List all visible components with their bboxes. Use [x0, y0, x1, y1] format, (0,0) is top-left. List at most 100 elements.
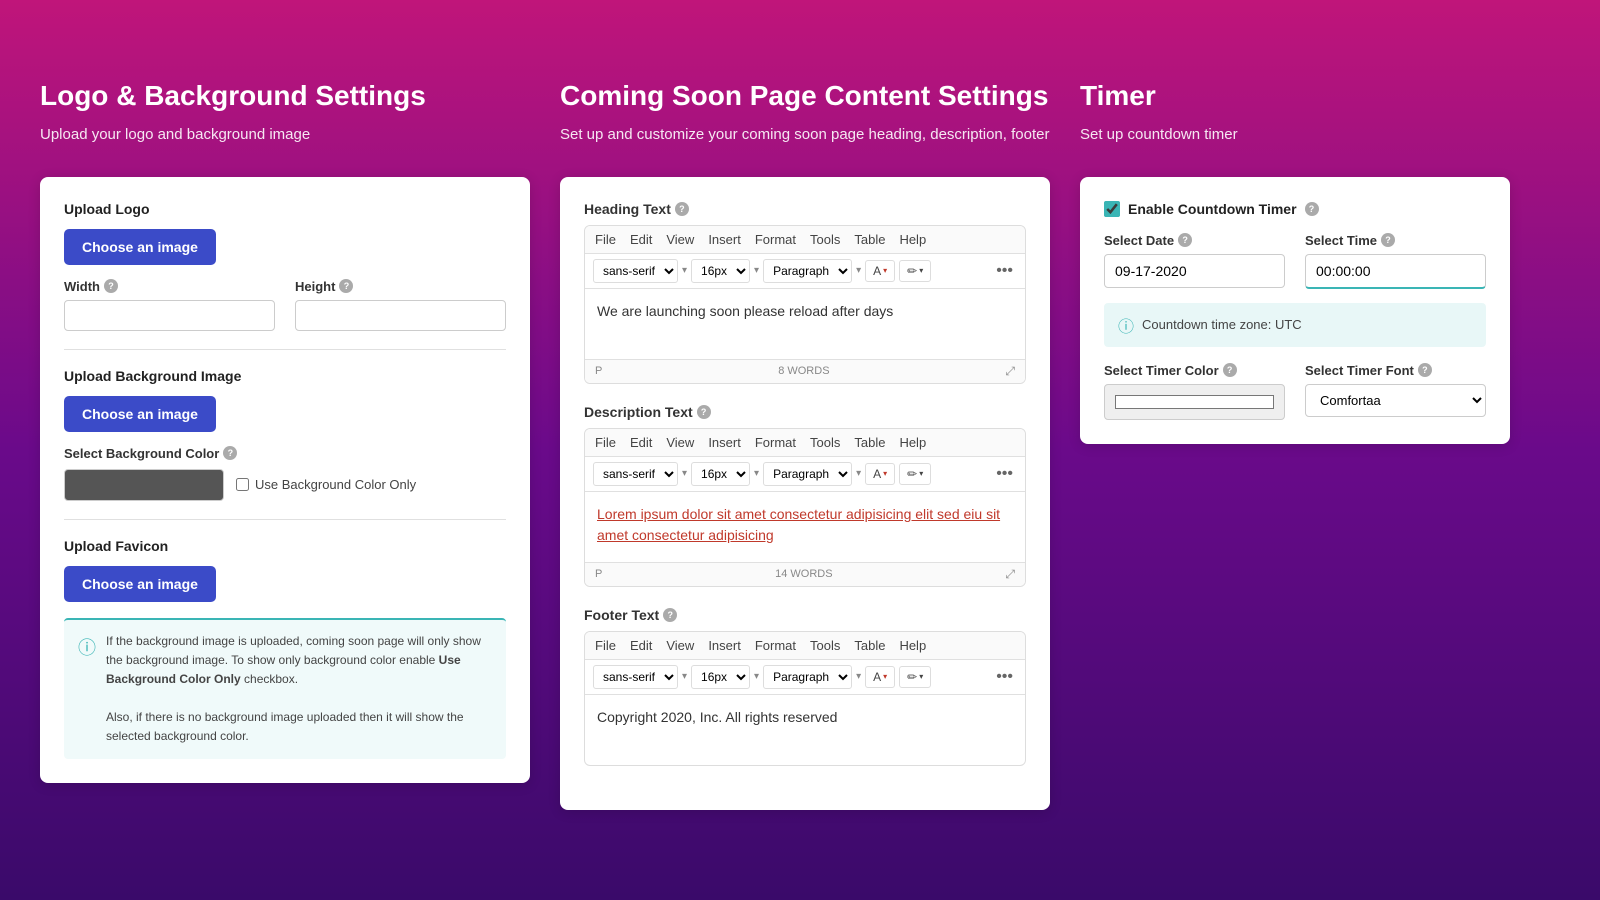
use-bg-color-checkbox[interactable] [236, 478, 249, 491]
heading-menu-table[interactable]: Table [854, 232, 885, 247]
heading-size-select[interactable]: 16px [691, 259, 750, 283]
timer-color-input[interactable] [1104, 384, 1285, 420]
use-bg-color-label[interactable]: Use Background Color Only [236, 477, 416, 492]
desc-menu-view[interactable]: View [666, 435, 694, 450]
heading-font-color-btn[interactable]: A ▾ [865, 260, 895, 282]
desc-editor-footer: P 14 WORDS ⤢ [585, 562, 1025, 586]
heading-p-indicator: P [595, 365, 602, 377]
desc-p-indicator: P [595, 568, 602, 580]
heading-menu-insert[interactable]: Insert [708, 232, 741, 247]
desc-highlight-btn[interactable]: ✏ ▾ [899, 463, 931, 485]
date-label: Select Date ? [1104, 233, 1285, 248]
heading-menu-format[interactable]: Format [755, 232, 796, 247]
footer-toolbar: File Edit View Insert Format Tools Table… [585, 632, 1025, 660]
timezone-text: Countdown time zone: UTC [1142, 317, 1302, 332]
footer-editor-card: File Edit View Insert Format Tools Table… [584, 631, 1026, 766]
heading-menu-tools[interactable]: Tools [810, 232, 840, 247]
heading-paragraph-select[interactable]: Paragraph [763, 259, 852, 283]
bg-color-help-icon[interactable]: ? [223, 446, 237, 460]
desc-menu-tools[interactable]: Tools [810, 435, 840, 450]
timer-font-select[interactable]: Comfortaa Roboto Open Sans Lato Montserr… [1305, 384, 1486, 417]
footer-paragraph-select[interactable]: Paragraph [763, 665, 852, 689]
info-text: If the background image is uploaded, com… [106, 632, 492, 747]
footer-size-select[interactable]: 16px [691, 665, 750, 689]
choose-favicon-button[interactable]: Choose an image [64, 566, 216, 602]
heading-help-icon[interactable]: ? [675, 202, 689, 216]
desc-menu-help[interactable]: Help [899, 435, 926, 450]
footer-menu-edit[interactable]: Edit [630, 638, 652, 653]
footer-help-icon[interactable]: ? [663, 608, 677, 622]
desc-menu-table[interactable]: Table [854, 435, 885, 450]
footer-menu-view[interactable]: View [666, 638, 694, 653]
heading-menu-help[interactable]: Help [899, 232, 926, 247]
timer-color-group: Select Timer Color ? [1104, 363, 1285, 420]
heading-font-chevron: ▾ [682, 265, 687, 276]
bg-color-swatch[interactable] [64, 469, 224, 501]
heading-font-select[interactable]: sans-serif [593, 259, 678, 283]
desc-help-icon[interactable]: ? [697, 405, 711, 419]
footer-font-select[interactable]: sans-serif [593, 665, 678, 689]
timezone-box: ⓘ Countdown time zone: UTC [1104, 303, 1486, 347]
enable-countdown-checkbox[interactable] [1104, 201, 1120, 217]
footer-menu-tools[interactable]: Tools [810, 638, 840, 653]
enable-countdown-label: Enable Countdown Timer [1128, 201, 1297, 217]
desc-menu-format[interactable]: Format [755, 435, 796, 450]
time-group: Select Time ? 00:00:00 [1305, 233, 1486, 289]
choose-bg-button[interactable]: Choose an image [64, 396, 216, 432]
desc-editor-content[interactable]: Lorem ipsum dolor sit amet consectetur a… [585, 492, 1025, 562]
heading-menu-view[interactable]: View [666, 232, 694, 247]
width-input[interactable] [64, 300, 275, 331]
heading-more-btn[interactable]: ••• [992, 260, 1017, 282]
desc-font-color-btn[interactable]: A ▾ [865, 463, 895, 485]
heading-menu-file[interactable]: File [595, 232, 616, 247]
footer-menu-help[interactable]: Help [899, 638, 926, 653]
footer-menu-format[interactable]: Format [755, 638, 796, 653]
time-input[interactable]: 00:00:00 [1305, 254, 1486, 289]
card-logo-background: Upload Logo Choose an image Width ? Heig… [40, 177, 530, 783]
desc-expand-icon[interactable]: ⤢ [1005, 567, 1015, 582]
desc-editor-card: File Edit View Insert Format Tools Table… [584, 428, 1026, 587]
heading-editor-content[interactable]: We are launching soon please reload afte… [585, 289, 1025, 359]
date-input[interactable]: 09-17-2020 [1104, 254, 1285, 288]
footer-more-btn[interactable]: ••• [992, 666, 1017, 688]
choose-logo-button[interactable]: Choose an image [64, 229, 216, 265]
width-help-icon[interactable]: ? [104, 279, 118, 293]
height-help-icon[interactable]: ? [339, 279, 353, 293]
footer-menu-table[interactable]: Table [854, 638, 885, 653]
timer-font-help-icon[interactable]: ? [1418, 363, 1432, 377]
info-icon: ⓘ [78, 634, 96, 747]
desc-menu-edit[interactable]: Edit [630, 435, 652, 450]
footer-menu-insert[interactable]: Insert [708, 638, 741, 653]
footer-editor-content[interactable]: Copyright 2020, Inc. All rights reserved [585, 695, 1025, 765]
desc-more-btn[interactable]: ••• [992, 463, 1017, 485]
bg-color-row: Use Background Color Only [64, 469, 506, 501]
enable-help-icon[interactable]: ? [1305, 202, 1319, 216]
heading-menu-items: File Edit View Insert Format Tools Table… [595, 232, 926, 247]
desc-editor-section: Description Text ? File Edit View Insert… [584, 404, 1026, 587]
heading-expand-icon[interactable]: ⤢ [1005, 364, 1015, 379]
section-subtitle-logo: Upload your logo and background image [40, 124, 530, 147]
section-title-timer: Timer [1080, 80, 1510, 112]
desc-menu-file[interactable]: File [595, 435, 616, 450]
time-help-icon[interactable]: ? [1381, 233, 1395, 247]
timer-color-help-icon[interactable]: ? [1223, 363, 1237, 377]
section-title-content: Coming Soon Page Content Settings [560, 80, 1050, 112]
height-input[interactable] [295, 300, 506, 331]
desc-size-select[interactable]: 16px [691, 462, 750, 486]
upload-bg-label: Upload Background Image [64, 368, 506, 384]
heading-highlight-btn[interactable]: ✏ ▾ [899, 260, 931, 282]
desc-content-link[interactable]: Lorem ipsum dolor sit amet consectetur a… [597, 506, 1000, 543]
heading-size-chevron: ▾ [754, 265, 759, 276]
heading-formatting-row: sans-serif ▾ 16px ▾ Paragraph ▾ A ▾ [585, 254, 1025, 289]
heading-menu-edit[interactable]: Edit [630, 232, 652, 247]
footer-highlight-btn[interactable]: ✏ ▾ [899, 666, 931, 688]
desc-font-select[interactable]: sans-serif [593, 462, 678, 486]
desc-paragraph-select[interactable]: Paragraph [763, 462, 852, 486]
timer-color-label: Select Timer Color ? [1104, 363, 1285, 378]
desc-menu-insert[interactable]: Insert [708, 435, 741, 450]
footer-font-color-btn[interactable]: A ▾ [865, 666, 895, 688]
date-help-icon[interactable]: ? [1178, 233, 1192, 247]
desc-word-count: 14 WORDS [775, 568, 832, 580]
enable-countdown-row: Enable Countdown Timer ? [1104, 201, 1486, 217]
footer-menu-file[interactable]: File [595, 638, 616, 653]
